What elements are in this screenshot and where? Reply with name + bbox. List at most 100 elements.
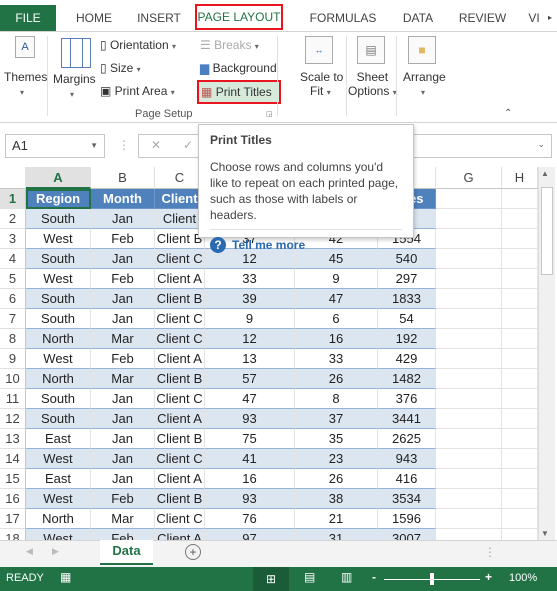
- table-cell[interactable]: [436, 449, 502, 469]
- column-header-H[interactable]: H: [502, 167, 538, 189]
- table-cell[interactable]: [436, 329, 502, 349]
- table-cell[interactable]: [502, 489, 538, 509]
- table-cell[interactable]: Feb: [91, 229, 155, 249]
- table-cell[interactable]: Client B: [155, 429, 205, 449]
- breaks-button[interactable]: ☰ Breaks ▾: [200, 38, 259, 52]
- table-cell[interactable]: Client A: [155, 469, 205, 489]
- table-cell[interactable]: 47: [295, 289, 378, 309]
- table-cell[interactable]: 38: [295, 489, 378, 509]
- print-titles-button[interactable]: ▦ Print Titles: [197, 80, 281, 104]
- row-header[interactable]: 12: [0, 409, 26, 429]
- table-cell[interactable]: West: [26, 269, 91, 289]
- table-cell[interactable]: West: [26, 229, 91, 249]
- row-header[interactable]: 13: [0, 429, 26, 449]
- table-cell[interactable]: Jan: [91, 429, 155, 449]
- row-header[interactable]: 14: [0, 449, 26, 469]
- table-cell[interactable]: 93: [205, 409, 295, 429]
- tab-review[interactable]: REVIEW: [455, 6, 510, 30]
- column-header-B[interactable]: B: [91, 167, 155, 189]
- print-area-button[interactable]: ▣ Print Area ▾: [100, 84, 175, 98]
- table-cell[interactable]: 2625: [378, 429, 436, 449]
- scroll-up-icon[interactable]: ▲: [541, 169, 549, 178]
- orientation-button[interactable]: ▯ Orientation ▾: [100, 38, 176, 52]
- table-cell[interactable]: [436, 529, 502, 540]
- table-cell[interactable]: [436, 309, 502, 329]
- table-cell[interactable]: Client C: [155, 449, 205, 469]
- cancel-icon[interactable]: ✕: [151, 138, 161, 152]
- table-cell[interactable]: [502, 309, 538, 329]
- table-cell[interactable]: [436, 269, 502, 289]
- table-cell[interactable]: 23: [295, 449, 378, 469]
- page-break-view-icon[interactable]: ▥: [341, 570, 352, 584]
- table-cell[interactable]: 47: [205, 389, 295, 409]
- table-cell[interactable]: 93: [205, 489, 295, 509]
- table-cell[interactable]: 3534: [378, 489, 436, 509]
- row-header[interactable]: 4: [0, 249, 26, 269]
- table-cell[interactable]: 376: [378, 389, 436, 409]
- vertical-scrollbar[interactable]: ▲ ▼: [538, 167, 555, 540]
- table-cell[interactable]: [502, 289, 538, 309]
- table-cell[interactable]: [502, 369, 538, 389]
- table-cell[interactable]: [502, 509, 538, 529]
- tab-file[interactable]: FILE: [0, 5, 56, 31]
- table-cell[interactable]: [436, 349, 502, 369]
- table-cell[interactable]: Mar: [91, 329, 155, 349]
- macro-record-icon[interactable]: ▦: [60, 570, 71, 584]
- table-cell[interactable]: [436, 509, 502, 529]
- table-cell[interactable]: Mar: [91, 509, 155, 529]
- table-header-cell[interactable]: [502, 189, 538, 209]
- table-cell[interactable]: South: [26, 309, 91, 329]
- table-cell[interactable]: 9: [205, 309, 295, 329]
- tab-home[interactable]: HOME: [66, 6, 122, 30]
- table-cell[interactable]: East: [26, 469, 91, 489]
- table-cell[interactable]: [502, 469, 538, 489]
- table-cell[interactable]: 192: [378, 329, 436, 349]
- table-cell[interactable]: 21: [295, 509, 378, 529]
- table-cell[interactable]: 37: [295, 409, 378, 429]
- table-header-cell[interactable]: [436, 189, 502, 209]
- table-cell[interactable]: Mar: [91, 369, 155, 389]
- zoom-in-button[interactable]: +: [485, 570, 492, 584]
- column-header-G[interactable]: G: [436, 167, 502, 189]
- table-cell[interactable]: West: [26, 349, 91, 369]
- table-cell[interactable]: [502, 269, 538, 289]
- table-cell[interactable]: South: [26, 249, 91, 269]
- table-cell[interactable]: Client C: [155, 389, 205, 409]
- zoom-out-button[interactable]: -: [372, 570, 376, 584]
- row-header[interactable]: 8: [0, 329, 26, 349]
- table-cell[interactable]: 16: [205, 469, 295, 489]
- table-cell[interactable]: [502, 249, 538, 269]
- name-box[interactable]: A1 ▼: [5, 134, 105, 158]
- page-layout-view-icon[interactable]: ▤: [304, 570, 315, 584]
- table-cell[interactable]: Jan: [91, 209, 155, 229]
- table-header-cell[interactable]: Month: [91, 189, 155, 209]
- table-cell[interactable]: Feb: [91, 529, 155, 540]
- zoom-level[interactable]: 100%: [509, 572, 537, 584]
- collapse-ribbon-icon[interactable]: ⌃: [504, 108, 512, 119]
- table-cell[interactable]: Client C: [155, 509, 205, 529]
- row-header[interactable]: 10: [0, 369, 26, 389]
- table-cell[interactable]: Jan: [91, 389, 155, 409]
- next-sheet-icon[interactable]: ▶: [52, 546, 59, 557]
- table-cell[interactable]: 16: [295, 329, 378, 349]
- expand-formula-icon[interactable]: ⌄: [537, 139, 545, 150]
- table-cell[interactable]: 1833: [378, 289, 436, 309]
- table-cell[interactable]: [436, 409, 502, 429]
- table-cell[interactable]: North: [26, 509, 91, 529]
- table-cell[interactable]: West: [26, 449, 91, 469]
- table-cell[interactable]: 26: [295, 469, 378, 489]
- table-cell[interactable]: [436, 369, 502, 389]
- background-button[interactable]: ▆ Background: [200, 61, 277, 75]
- row-header[interactable]: 11: [0, 389, 26, 409]
- table-cell[interactable]: [436, 209, 502, 229]
- row-header[interactable]: 5: [0, 269, 26, 289]
- table-cell[interactable]: Client C: [155, 249, 205, 269]
- table-cell[interactable]: 6: [295, 309, 378, 329]
- dialog-launcher-icon[interactable]: ◲: [266, 110, 273, 118]
- table-cell[interactable]: South: [26, 409, 91, 429]
- row-header[interactable]: 16: [0, 489, 26, 509]
- table-cell[interactable]: 3007: [378, 529, 436, 540]
- table-cell[interactable]: Client B: [155, 289, 205, 309]
- table-cell[interactable]: [502, 429, 538, 449]
- table-cell[interactable]: Feb: [91, 349, 155, 369]
